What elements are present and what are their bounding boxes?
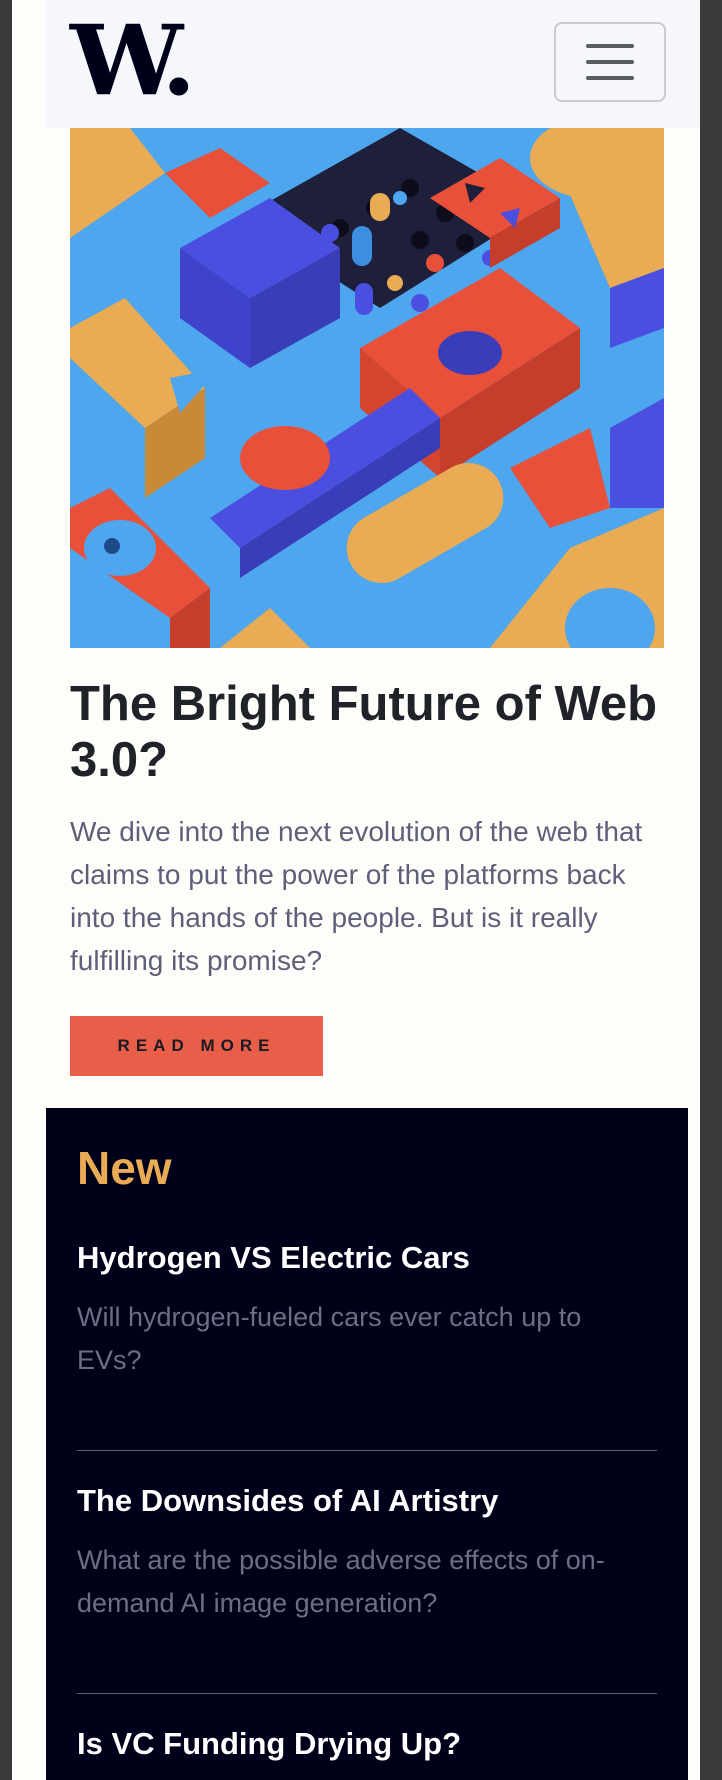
new-articles-panel: New Hydrogen VS Electric Cars Will hydro… (46, 1108, 688, 1780)
new-article-title[interactable]: The Downsides of AI Artistry (77, 1481, 657, 1521)
new-section-heading: New (77, 1142, 172, 1194)
menu-toggle-button[interactable] (554, 22, 666, 102)
read-more-button[interactable]: READ MORE (70, 1016, 323, 1076)
hamburger-menu-icon-bar (586, 60, 634, 64)
hero-image (70, 128, 664, 648)
abstract-geometric-blocks-image (70, 128, 664, 648)
new-article-description: What are the possible adverse effects of… (77, 1545, 605, 1618)
site-header: W. (46, 0, 700, 128)
new-article-title[interactable]: Is VC Funding Drying Up? (77, 1724, 657, 1764)
new-article-item: Is VC Funding Drying Up? (77, 1693, 657, 1780)
site-logo[interactable]: W. (70, 13, 196, 109)
new-article-description: Will hydrogen-fueled cars ever catch up … (77, 1302, 582, 1375)
new-article-item: The Downsides of AI Artistry What are th… (77, 1450, 657, 1693)
new-article-item: Hydrogen VS Electric Cars Will hydrogen-… (77, 1238, 657, 1450)
new-article-title[interactable]: Hydrogen VS Electric Cars (77, 1238, 657, 1278)
page-viewport: W. The Bright Future of Web 3.0? We dive… (12, 0, 700, 1780)
hero-title: The Bright Future of Web 3.0? (70, 677, 658, 787)
hamburger-menu-icon-bar (586, 76, 634, 80)
hamburger-menu-icon (586, 44, 634, 48)
hero-description: We dive into the next evolution of the w… (70, 816, 643, 976)
